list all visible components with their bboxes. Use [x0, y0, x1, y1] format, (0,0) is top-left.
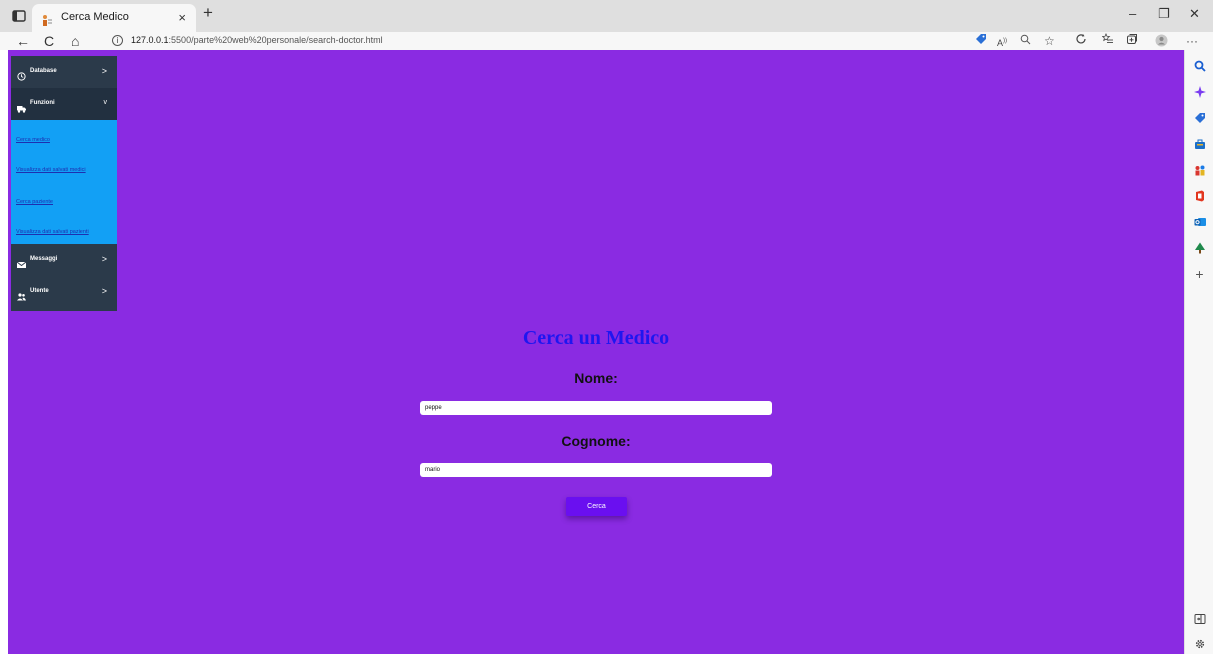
minimize-icon[interactable]: –: [1129, 6, 1136, 21]
side-menu: Database > Funzioni v Cerca medico Visua…: [11, 56, 117, 311]
address-bar[interactable]: i 127.0.0.1:5500/parte%20web%20personale…: [100, 32, 950, 50]
edge-sidebar: +: [1184, 50, 1213, 654]
office-icon[interactable]: [1193, 190, 1206, 203]
page-title: Cerca un Medico: [522, 327, 670, 349]
site-info-icon[interactable]: i: [112, 35, 123, 46]
tab-actions-icon[interactable]: [10, 8, 28, 24]
truck-icon: [17, 100, 26, 113]
menu-label-funzioni: Funzioni: [30, 100, 55, 106]
browser-tab[interactable]: Cerca Medico ×: [32, 4, 196, 32]
more-icon[interactable]: ···: [1186, 33, 1198, 49]
new-tab-icon[interactable]: +: [203, 3, 213, 23]
refresh-icon[interactable]: C: [44, 33, 54, 49]
tab-favicon-icon: [41, 13, 53, 26]
settings-icon[interactable]: [1193, 638, 1206, 651]
menu-item-utente[interactable]: Utente >: [11, 276, 117, 308]
menu-label-database: Database: [30, 68, 57, 74]
clock-icon: [17, 68, 26, 81]
search-icon[interactable]: [1193, 60, 1206, 73]
surname-label: Cognome:: [561, 433, 631, 449]
close-window-icon[interactable]: ✕: [1189, 6, 1200, 22]
back-icon[interactable]: ←: [16, 33, 30, 49]
search-button[interactable]: Cerca: [566, 497, 627, 516]
page-viewport: Database > Funzioni v Cerca medico Visua…: [8, 50, 1184, 654]
link-visualizza-medici[interactable]: Visualizza dati salvati medici: [16, 167, 86, 173]
restore-icon[interactable]: ❐: [1158, 6, 1170, 22]
home-icon[interactable]: ⌂: [71, 33, 79, 49]
browser-toolbar: ← C ⌂ i 127.0.0.1:5500/parte%20web%20per…: [0, 32, 1213, 50]
add-icon[interactable]: +: [1193, 267, 1206, 281]
menu-label-messaggi: Messaggi: [30, 256, 58, 262]
link-visualizza-pazienti[interactable]: Visualizza dati salvati pazienti: [16, 229, 89, 235]
tab-close-icon[interactable]: ×: [178, 10, 186, 25]
chevron-right-icon: >: [101, 66, 107, 76]
menu-item-messaggi[interactable]: Messaggi >: [11, 244, 117, 276]
menu-item-funzioni[interactable]: Funzioni v: [11, 88, 117, 120]
refresh-ext-icon[interactable]: [1075, 33, 1087, 49]
envelope-icon: [16, 256, 27, 268]
browser-tab-strip: Cerca Medico × + – ❐ ✕: [0, 0, 1213, 32]
tab-title: Cerca Medico: [61, 11, 129, 23]
url-host: 127.0.0.1: [131, 35, 169, 45]
tools-icon[interactable]: [1193, 138, 1206, 151]
read-aloud-icon[interactable]: A)): [997, 33, 1007, 51]
name-label: Nome:: [574, 370, 618, 386]
chevron-right-icon: >: [101, 286, 107, 296]
link-cerca-paziente[interactable]: Cerca paziente: [16, 199, 53, 205]
surname-input[interactable]: mario: [420, 463, 772, 477]
copilot-icon[interactable]: [1193, 86, 1206, 99]
chevron-down-icon: v: [103, 99, 108, 106]
users-icon: [17, 288, 26, 301]
menu-item-database[interactable]: Database >: [11, 56, 117, 88]
collections-icon[interactable]: [1126, 33, 1138, 49]
name-input[interactable]: peppe: [420, 401, 772, 415]
favorites-icon[interactable]: [1101, 32, 1114, 49]
submenu-funzioni: Cerca medico Visualizza dati salvati med…: [11, 120, 117, 244]
tree-icon[interactable]: [1193, 242, 1206, 255]
games-icon[interactable]: [1193, 164, 1206, 177]
profile-icon[interactable]: [1155, 34, 1168, 51]
zoom-icon[interactable]: [1020, 33, 1031, 49]
url-text[interactable]: 127.0.0.1:5500/parte%20web%20personale/s…: [131, 35, 383, 45]
link-cerca-medico[interactable]: Cerca medico: [16, 137, 50, 143]
url-path: :5500/parte%20web%20personale/search-doc…: [168, 35, 383, 45]
split-screen-icon[interactable]: [1193, 613, 1206, 626]
outlook-icon[interactable]: [1193, 216, 1206, 229]
shopping-icon[interactable]: [1193, 112, 1206, 125]
favorite-add-icon[interactable]: ☆: [1044, 33, 1055, 49]
tag-icon[interactable]: [975, 33, 987, 49]
chevron-right-icon: >: [101, 254, 107, 264]
menu-label-utente: Utente: [30, 288, 49, 294]
